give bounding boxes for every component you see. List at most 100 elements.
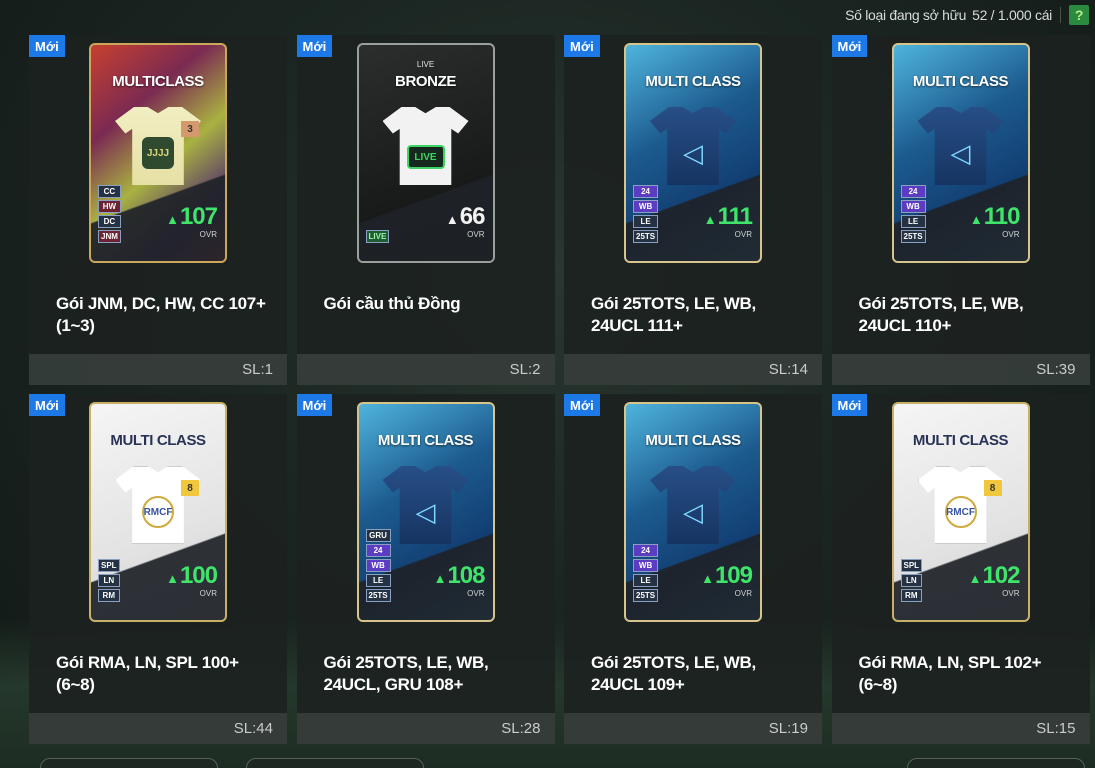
bottom-button-left-1[interactable] (40, 758, 218, 768)
ovr-value: ▲102 (968, 564, 1021, 588)
season-chips: 24 WB LE 25TS (633, 544, 659, 602)
season-chips: 24 WB LE 25TS (633, 185, 659, 243)
new-badge: Mới (29, 35, 65, 57)
level-badge: 8 (181, 480, 199, 496)
pack-name: Gói 25TOTS, LE, WB, 24UCL 109+ (591, 653, 756, 694)
quantity-bar: SL:28 (296, 713, 555, 744)
season-chip: LN (98, 574, 120, 587)
pack-label: MULTI CLASS (377, 432, 474, 449)
up-arrow-icon: ▲ (166, 212, 179, 227)
quantity-bar: SL:39 (831, 354, 1090, 385)
ovr-label: OVR (467, 589, 485, 598)
ovr-label: OVR (1002, 230, 1020, 239)
season-chip: HW (98, 200, 121, 213)
ovr-number: 110 (983, 203, 1021, 230)
quantity-value: SL:2 (509, 361, 541, 378)
quantity-value: SL:1 (242, 361, 273, 378)
new-badge: Mới (831, 394, 868, 416)
pack-label: BRONZE (395, 73, 456, 90)
pack-name: Gói 25TOTS, LE, WB, 24UCL 110+ (858, 294, 1024, 335)
pack-card[interactable]: Mới MULTI CLASS ◁ GRU24WBLE25TS ▲108 OVR… (296, 394, 555, 744)
level-badge: 3 (181, 121, 199, 137)
pack-name: Gói RMA, LN, SPL 100+ (6~8) (56, 653, 239, 694)
season-chips: CC HW DC JNM (98, 185, 121, 243)
ovr-number: 66 (459, 203, 486, 230)
new-badge: Mới (831, 35, 868, 57)
season-chips: SPL LN RM (98, 559, 120, 602)
season-chip: RM (900, 589, 923, 602)
bottom-controls (40, 758, 424, 768)
pack-card[interactable]: Mới MULTICLASS JJJJ 3 CCHWDCJNM ▲107 OVR… (29, 35, 287, 385)
up-arrow-icon: ▲ (968, 571, 982, 586)
season-chip: 24 (365, 544, 391, 557)
season-chip: SPL (900, 559, 923, 572)
season-chip: 25TS (633, 230, 659, 243)
new-badge: Mới (564, 35, 600, 57)
quantity-bar: SL:19 (564, 713, 822, 744)
pack-image: MULTI CLASS ◁ GRU24WBLE25TS ▲108 OVR (356, 402, 495, 622)
pack-grid: Mới MULTICLASS JJJJ 3 CCHWDCJNM ▲107 OVR… (29, 35, 1090, 744)
pack-name: Gói cầu thủ Đồng (323, 294, 461, 313)
ovr-value: ▲108 (433, 564, 486, 588)
ovr-label: OVR (467, 230, 485, 239)
pack-card[interactable]: Mới MULTI CLASS ◁ 24WBLE25TS ▲111 OVR Gó… (564, 35, 822, 385)
pack-image: LIVE BRONZE LIVE LIVE ▲66 OVR (356, 43, 495, 263)
pack-card[interactable]: Mới MULTI CLASS ◁ 24WBLE25TS ▲110 OVR Gó… (831, 35, 1090, 385)
inventory-summary: Số loại đang sở hữu 52 / 1.000 cái ? (845, 3, 1089, 27)
ovr-block: ▲66 OVR (446, 203, 486, 240)
level-badge: 8 (983, 480, 1002, 496)
divider (1060, 7, 1061, 23)
season-chip: LE (365, 574, 391, 587)
season-chip: LE (900, 215, 926, 228)
season-chip: 25TS (633, 589, 659, 602)
season-chip: LE (633, 215, 659, 228)
ovr-block: ▲107 OVR (166, 205, 218, 240)
pack-name: Gói 25TOTS, LE, WB, 24UCL 111+ (591, 294, 756, 335)
new-badge: Mới (296, 35, 333, 57)
ovr-block: ▲102 OVR (968, 564, 1021, 599)
season-chip: RM (98, 589, 120, 602)
pack-card[interactable]: Mới MULTI CLASS RMCF 8 SPLLNRM ▲100 OVR … (29, 394, 287, 744)
season-chip: WB (365, 559, 391, 572)
season-chip: 24 (900, 185, 926, 198)
ovr-label: OVR (199, 589, 217, 598)
season-chips: GRU 24 WB LE 25TS (365, 529, 391, 602)
ovr-value: ▲109 (701, 562, 753, 589)
season-chip: WB (633, 200, 659, 213)
ovr-block: ▲108 OVR (433, 564, 486, 599)
pack-card[interactable]: Mới LIVE BRONZE LIVE LIVE ▲66 OVR Gói cầ… (296, 35, 555, 385)
up-arrow-icon: ▲ (433, 571, 447, 586)
pack-image: MULTI CLASS RMCF 8 SPLLNRM ▲100 OVR (89, 402, 227, 622)
pack-label: MULTI CLASS (645, 73, 741, 90)
quantity-value: SL:14 (768, 361, 808, 378)
season-chip: CC (98, 185, 121, 198)
season-chip: JNM (98, 230, 121, 243)
pack-image: MULTI CLASS RMCF 8 SPLLNRM ▲102 OVR (891, 402, 1030, 622)
ovr-value: ▲100 (166, 564, 218, 588)
pack-name: Gói 25TOTS, LE, WB, 24UCL, GRU 108+ (323, 653, 489, 694)
pack-card[interactable]: Mới MULTI CLASS ◁ 24WBLE25TS ▲109 OVR Gó… (564, 394, 822, 744)
up-arrow-icon: ▲ (703, 212, 717, 227)
ovr-number: 109 (714, 562, 753, 589)
pack-label: MULTI CLASS (912, 73, 1009, 90)
quantity-value: SL:15 (1036, 720, 1076, 737)
ovr-label: OVR (734, 230, 752, 239)
bottom-button-right[interactable] (907, 758, 1085, 768)
season-chip: 24 (633, 544, 659, 557)
ovr-label: OVR (734, 589, 752, 598)
ovr-value: ▲66 (446, 203, 486, 230)
pack-label: MULTI CLASS (645, 432, 741, 449)
quantity-bar: SL:15 (831, 713, 1090, 744)
season-chip: WB (633, 559, 659, 572)
quantity-value: SL:44 (233, 720, 273, 737)
season-chip: DC (98, 215, 121, 228)
season-chip: SPL (98, 559, 120, 572)
pack-label: MULTICLASS (112, 73, 204, 90)
help-icon[interactable]: ? (1069, 5, 1089, 25)
pack-card[interactable]: Mới MULTI CLASS RMCF 8 SPLLNRM ▲102 OVR … (831, 394, 1090, 744)
bottom-button-left-2[interactable] (246, 758, 424, 768)
ovr-value: ▲107 (166, 205, 218, 229)
quantity-bar: SL:1 (29, 354, 287, 385)
season-chip: WB (900, 200, 926, 213)
owned-count: 52 / 1.000 cái (972, 7, 1052, 23)
